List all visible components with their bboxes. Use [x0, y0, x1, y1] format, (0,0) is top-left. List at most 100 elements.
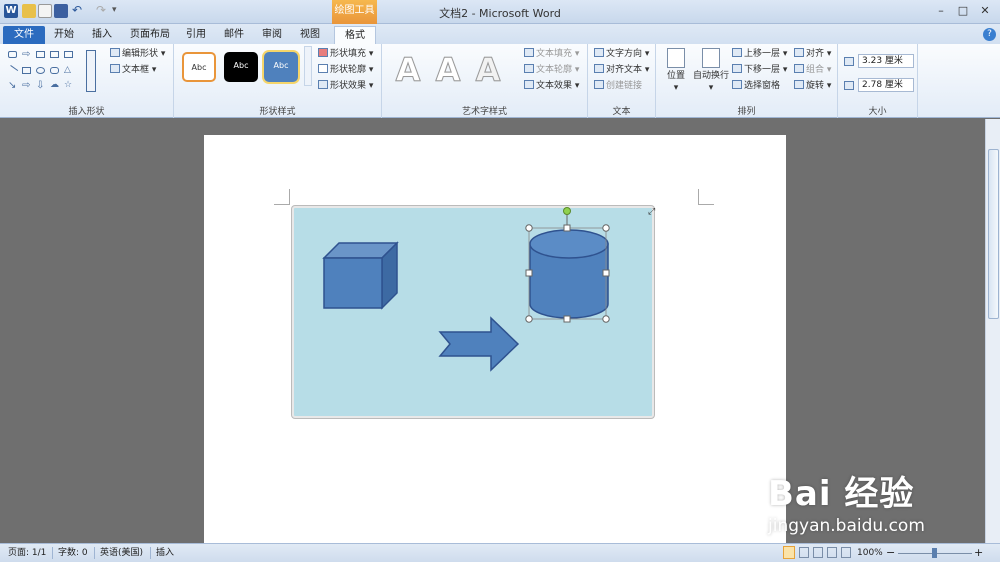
crop-mark-right: [698, 189, 714, 205]
create-link-button[interactable]: 创建链接: [594, 80, 642, 92]
selection-pane-button[interactable]: 选择窗格: [732, 80, 780, 92]
textbox-shape-icon[interactable]: [50, 51, 59, 58]
status-word-count[interactable]: 字数: 0: [58, 547, 88, 559]
tab-file[interactable]: 文件: [3, 26, 45, 44]
status-page[interactable]: 页面: 1/1: [8, 547, 46, 559]
connector-shape-icon[interactable]: ↘: [8, 81, 17, 91]
tab-page-layout[interactable]: 页面布局: [124, 26, 176, 44]
status-insert-mode[interactable]: 插入: [156, 547, 174, 559]
full-screen-view-icon[interactable]: [799, 547, 809, 558]
tab-view[interactable]: 视图: [294, 26, 326, 44]
arrow-shape-icon[interactable]: ⇨: [22, 50, 31, 60]
down-arrow-shape-icon[interactable]: ⇩: [36, 81, 45, 91]
resize-handle-bl[interactable]: [525, 315, 533, 323]
drawing-canvas[interactable]: ⤢: [292, 206, 655, 418]
edit-shape-label: 编辑形状: [122, 49, 159, 59]
wordart-style-2[interactable]: A: [428, 50, 468, 90]
tab-insert[interactable]: 插入: [86, 26, 118, 44]
shape-style-black[interactable]: Abc: [224, 52, 258, 82]
bring-forward-button[interactable]: 上移一层 ▾: [732, 48, 787, 60]
crop-mark-left: [274, 189, 290, 205]
group-shape-styles: Abc Abc Abc 形状填充 ▾ 形状轮廓 ▾ 形状效果 ▾ 形状样式: [174, 44, 382, 118]
shape-fill-label: 形状填充: [330, 49, 367, 59]
minimize-button[interactable]: –: [932, 4, 950, 18]
vertical-scrollbar[interactable]: [985, 119, 1000, 543]
tab-home[interactable]: 开始: [48, 26, 80, 44]
shape-gallery[interactable]: ⇨ △ ↘ ⇨ ⇩ ☁ ☆: [6, 48, 98, 94]
rotate-button[interactable]: 旋转 ▾: [794, 80, 831, 92]
zoom-in-button[interactable]: +: [974, 547, 983, 558]
callout-shape-icon[interactable]: ☁: [50, 81, 59, 90]
draft-view-icon[interactable]: [841, 547, 851, 558]
line-shape-icon[interactable]: [6, 65, 19, 76]
resize-handle-br[interactable]: [602, 315, 610, 323]
align-text-icon: [594, 64, 604, 73]
resize-handle-mr[interactable]: [602, 269, 610, 277]
text-outline-button[interactable]: 文本轮廓 ▾: [524, 64, 579, 76]
shape-height-input[interactable]: 3.23 厘米: [858, 54, 914, 68]
web-layout-view-icon[interactable]: [813, 547, 823, 558]
shape-effects-icon: [318, 80, 328, 89]
send-backward-button[interactable]: 下移一层 ▾: [732, 64, 787, 76]
close-button[interactable]: ✕: [976, 4, 994, 18]
resize-handle-ml[interactable]: [525, 269, 533, 277]
shape-outline-button[interactable]: 形状轮廓 ▾: [318, 64, 373, 76]
wrap-text-button[interactable]: 自动换行 ▾: [692, 48, 730, 93]
edit-shape-button[interactable]: 编辑形状 ▾: [110, 48, 165, 60]
oval-shape-icon[interactable]: [36, 67, 45, 74]
document-page[interactable]: ⤢: [204, 135, 786, 543]
triangle-shape-icon[interactable]: △: [64, 66, 73, 75]
text-direction-button[interactable]: 文字方向 ▾: [594, 48, 649, 60]
rectangle-shape-icon[interactable]: [8, 51, 17, 58]
outline-view-icon[interactable]: [827, 547, 837, 558]
vertical-scrollbar-thumb[interactable]: [988, 149, 999, 319]
zoom-level[interactable]: 100%: [857, 547, 883, 559]
group-button[interactable]: 组合 ▾: [794, 64, 831, 76]
right-arrow-shape-icon[interactable]: ⇨: [22, 81, 31, 91]
rect-shape-icon[interactable]: [22, 67, 31, 74]
tab-format[interactable]: 格式: [334, 26, 376, 44]
wordart-style-1[interactable]: A: [388, 50, 428, 90]
restore-button[interactable]: □: [954, 4, 972, 18]
resize-handle-tm[interactable]: [563, 224, 571, 232]
status-language[interactable]: 英语(美国): [100, 547, 143, 559]
align-text-button[interactable]: 对齐文本 ▾: [594, 64, 649, 76]
shape-fill-icon: [318, 48, 328, 57]
shape-fill-button[interactable]: 形状填充 ▾: [318, 48, 373, 60]
align-label: 对齐: [806, 49, 825, 59]
text-box-button[interactable]: 文本框 ▾: [110, 64, 156, 76]
resize-handle-tl[interactable]: [525, 224, 533, 232]
shape-width-input[interactable]: 2.78 厘米: [858, 78, 914, 92]
group-label-insert-shapes: 插入形状: [68, 107, 105, 117]
rounded-rect-shape-icon[interactable]: [50, 67, 59, 74]
print-layout-view-icon[interactable]: [783, 546, 795, 559]
shape-effects-button[interactable]: 形状效果 ▾: [318, 80, 373, 92]
position-button[interactable]: 位置 ▾: [662, 48, 690, 93]
text-effects-button[interactable]: 文本效果 ▾: [524, 80, 579, 92]
bring-forward-label: 上移一层: [744, 49, 781, 59]
tab-references[interactable]: 引用: [180, 26, 212, 44]
star-shape-icon[interactable]: ☆: [64, 81, 73, 90]
cube-shape-icon[interactable]: [36, 51, 45, 58]
wordart-style-3[interactable]: A: [468, 50, 508, 90]
resize-handle-tr[interactable]: [602, 224, 610, 232]
send-backward-label: 下移一层: [744, 65, 781, 75]
image-shape-icon[interactable]: [64, 51, 73, 58]
status-separator: [94, 547, 95, 559]
group-arrange: 位置 ▾ 自动换行 ▾ 上移一层 ▾ 下移一层 ▾ 选择窗格 对齐 ▾ 组合 ▾ 旋…: [656, 44, 838, 118]
align-button[interactable]: 对齐 ▾: [794, 48, 831, 60]
shape-style-blue[interactable]: Abc: [264, 52, 298, 82]
zoom-slider-thumb[interactable]: [932, 548, 937, 558]
resize-handle-bm[interactable]: [563, 315, 571, 323]
tab-review[interactable]: 审阅: [256, 26, 288, 44]
zoom-out-button[interactable]: −: [886, 547, 895, 558]
tab-mailings[interactable]: 邮件: [218, 26, 250, 44]
group-wordart-styles: A A A 文本填充 ▾ 文本轮廓 ▾ 文本效果 ▾ 艺术字样式: [382, 44, 588, 118]
canvas-resize-icon[interactable]: ⤢: [647, 207, 655, 217]
text-fill-button[interactable]: 文本填充 ▾: [524, 48, 579, 60]
shape-style-white[interactable]: Abc: [182, 52, 216, 82]
rotation-handle[interactable]: [563, 207, 571, 215]
gallery-more-icon[interactable]: [86, 50, 96, 92]
help-icon[interactable]: ?: [983, 28, 996, 41]
shape-styles-more-icon[interactable]: [304, 46, 312, 86]
